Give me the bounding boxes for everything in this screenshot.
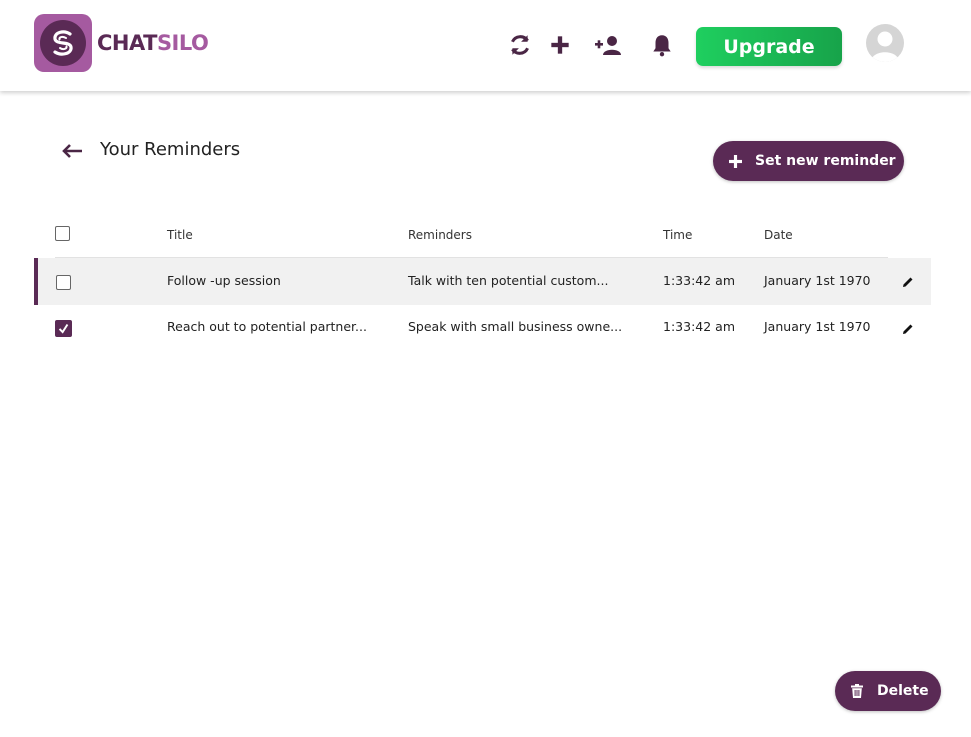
upgrade-button[interactable]: Upgrade xyxy=(696,27,842,66)
plus-icon[interactable] xyxy=(547,32,573,58)
row-reminder: Speak with small business owne... xyxy=(408,319,623,334)
row-time: 1:33:42 am xyxy=(663,319,735,334)
add-user-icon[interactable] xyxy=(594,32,624,58)
delete-button[interactable]: Delete xyxy=(835,671,941,711)
column-header-reminders[interactable]: Reminders xyxy=(408,228,472,242)
top-header: CHATSILO Upgrade xyxy=(0,0,971,91)
refresh-icon[interactable] xyxy=(507,32,533,58)
column-header-date[interactable]: Date xyxy=(764,228,793,242)
trash-icon xyxy=(851,684,863,698)
select-all-checkbox[interactable] xyxy=(55,226,70,241)
row-time: 1:33:42 am xyxy=(663,273,735,288)
bell-icon[interactable] xyxy=(649,32,675,58)
delete-label: Delete xyxy=(877,683,929,699)
brand-name: CHATSILO xyxy=(97,30,209,56)
row-checkbox[interactable] xyxy=(55,320,72,337)
row-checkbox[interactable] xyxy=(56,275,71,290)
plus-icon xyxy=(729,154,742,168)
column-header-title[interactable]: Title xyxy=(167,228,193,242)
column-header-time[interactable]: Time xyxy=(663,228,692,242)
row-title: Reach out to potential partner... xyxy=(167,319,367,334)
brand-name-part1: CHAT xyxy=(97,31,157,55)
row-date: January 1st 1970 xyxy=(764,319,871,334)
edit-pencil-icon[interactable] xyxy=(902,320,914,334)
edit-pencil-icon[interactable] xyxy=(902,273,914,287)
chatsilo-logo-icon[interactable] xyxy=(34,14,92,72)
avatar[interactable] xyxy=(866,24,904,62)
row-reminder: Talk with ten potential custom... xyxy=(408,273,609,288)
page-title: Your Reminders xyxy=(100,139,241,160)
row-date: January 1st 1970 xyxy=(764,273,871,288)
row-title: Follow -up session xyxy=(167,273,281,288)
brand-name-part2: SILO xyxy=(156,31,209,55)
set-new-reminder-label: Set new reminder xyxy=(755,153,896,169)
back-arrow-icon[interactable] xyxy=(62,142,84,160)
set-new-reminder-button[interactable]: Set new reminder xyxy=(713,141,904,181)
